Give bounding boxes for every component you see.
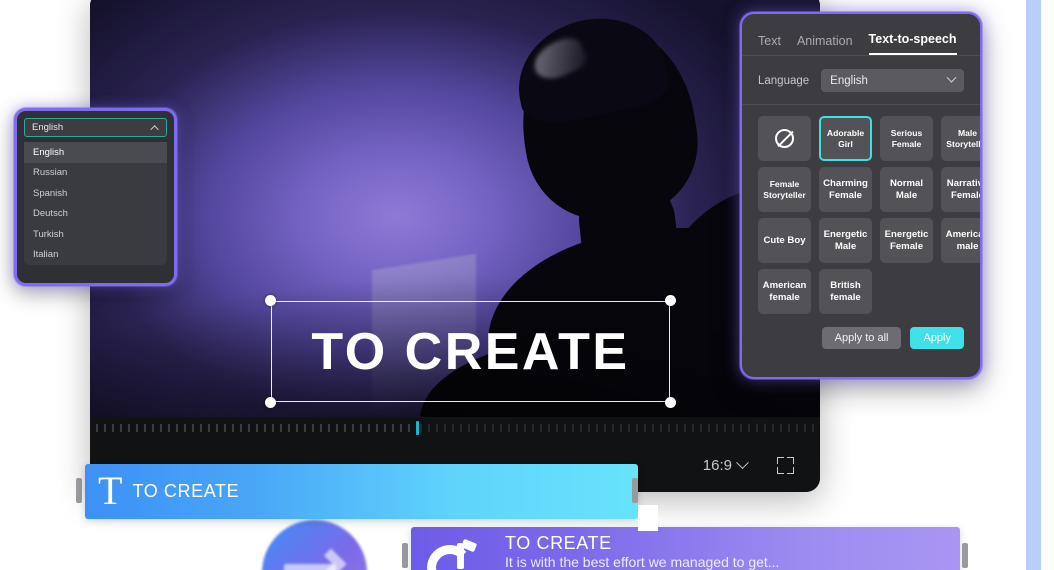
panel-actions: Apply to all Apply (756, 314, 966, 349)
text-tool-icon: T (98, 467, 123, 513)
timeline-audio-clip[interactable]: TO CREATE It is with the best effort we … (411, 527, 960, 570)
clip-gap-spacer (638, 505, 658, 531)
silhouette-hair-highlight (528, 32, 590, 86)
canvas-text-label: TO CREATE (311, 322, 630, 381)
timeline-ruler[interactable] (90, 417, 820, 439)
music-note-icon (427, 538, 481, 570)
silhouette-hair (506, 5, 674, 131)
voice-option-american-male[interactable]: American male (941, 218, 980, 263)
language-option-italian[interactable]: Italian (24, 245, 167, 266)
language-option-russian[interactable]: Russian (24, 163, 167, 184)
resize-handle-top-right[interactable] (665, 295, 676, 306)
video-editor-window: TO CREATE 16:9 (90, 0, 820, 492)
resize-handle-bottom-right[interactable] (665, 397, 676, 408)
apply-to-all-button[interactable]: Apply to all (821, 327, 902, 349)
timeline-text-clip[interactable]: T TO CREATE (85, 464, 638, 519)
voice-option-normal-male[interactable]: Normal Male (880, 167, 933, 212)
playhead[interactable] (416, 421, 419, 435)
aspect-ratio-value: 16:9 (702, 457, 732, 474)
ruler-ticks-inactive (420, 424, 816, 432)
voice-option-charming-female[interactable]: Charming Female (819, 167, 872, 212)
voice-option-cute-boy[interactable]: Cute Boy (758, 218, 811, 263)
voice-option-energetic-male[interactable]: Energetic Male (819, 218, 872, 263)
tab-animation[interactable]: Animation (797, 34, 853, 55)
ruler-ticks-active (96, 424, 416, 432)
voice-option-serious-female[interactable]: Serious Female (880, 116, 933, 161)
voice-option-narrative-female[interactable]: Narrative Female (941, 167, 980, 212)
apply-button[interactable]: Apply (910, 327, 964, 349)
language-dropdown-field[interactable]: English (24, 118, 167, 137)
canvas-text-object[interactable]: TO CREATE (265, 295, 676, 408)
page-accent-stripe (1026, 0, 1041, 570)
audio-clip-label: TO CREATE (505, 533, 612, 553)
chevron-up-icon (150, 124, 159, 134)
chevron-down-icon (946, 72, 957, 83)
language-dropdown-value: English (32, 122, 64, 133)
screen-root: TO CREATE 16:9 Text Animation Text-to-sp… (0, 0, 1054, 570)
language-option-spanish[interactable]: Spanish (24, 183, 167, 204)
resize-handle-bottom-left[interactable] (265, 397, 276, 408)
language-options-list: English Russian Spanish Deutsch Turkish … (24, 142, 167, 265)
voice-option-female-storyteller[interactable]: Female Storyteller (758, 167, 811, 212)
language-label: Language (758, 74, 810, 87)
arrow-badge-graphic (262, 520, 367, 570)
audio-clip-trim-handle-left[interactable] (402, 543, 408, 568)
voice-option-male-storyteller[interactable]: Male Storyteller (941, 116, 980, 161)
text-clip-label: TO CREATE (132, 481, 240, 501)
silhouette-neck (575, 175, 681, 281)
text-clip-trim-handle-left[interactable] (76, 478, 82, 503)
language-option-deutsch[interactable]: Deutsch (24, 204, 167, 225)
no-voice-icon (775, 129, 794, 148)
language-row: Language English (756, 56, 966, 104)
tab-text[interactable]: Text (758, 34, 781, 55)
panel-tabs: Text Animation Text-to-speech (756, 26, 966, 55)
voice-option-american-female[interactable]: American female (758, 269, 811, 314)
language-dropdown-popup: English English Russian Spanish Deutsch … (14, 108, 177, 286)
aspect-ratio-selector[interactable]: 16:9 (702, 456, 749, 474)
text-clip-trim-handle-right[interactable] (632, 478, 638, 503)
language-select[interactable]: English (821, 69, 964, 92)
resize-handle-top-left[interactable] (265, 295, 276, 306)
voice-grid: Adorable Girl Serious Female Male Storyt… (756, 116, 980, 314)
voice-option-adorable-girl[interactable]: Adorable Girl (819, 116, 872, 161)
audio-clip-trim-handle-right[interactable] (962, 543, 968, 568)
language-divider (742, 104, 980, 105)
language-select-value: English (830, 74, 868, 87)
chevron-down-icon (736, 456, 749, 470)
silhouette-head (507, 9, 709, 231)
language-option-english[interactable]: English (24, 142, 167, 163)
audio-clip-subtitle: It is with the best effort we managed to… (505, 554, 780, 570)
text-to-speech-panel: Text Animation Text-to-speech Language E… (740, 12, 982, 379)
fullscreen-icon[interactable] (777, 457, 794, 474)
language-option-turkish[interactable]: Turkish (24, 224, 167, 245)
voice-option-energetic-female[interactable]: Energetic Female (880, 218, 933, 263)
video-preview-canvas[interactable]: TO CREATE (90, 0, 820, 417)
voice-option-british-female[interactable]: British female (819, 269, 872, 314)
tab-text-to-speech[interactable]: Text-to-speech (868, 32, 957, 55)
voice-option-none[interactable] (758, 116, 811, 161)
